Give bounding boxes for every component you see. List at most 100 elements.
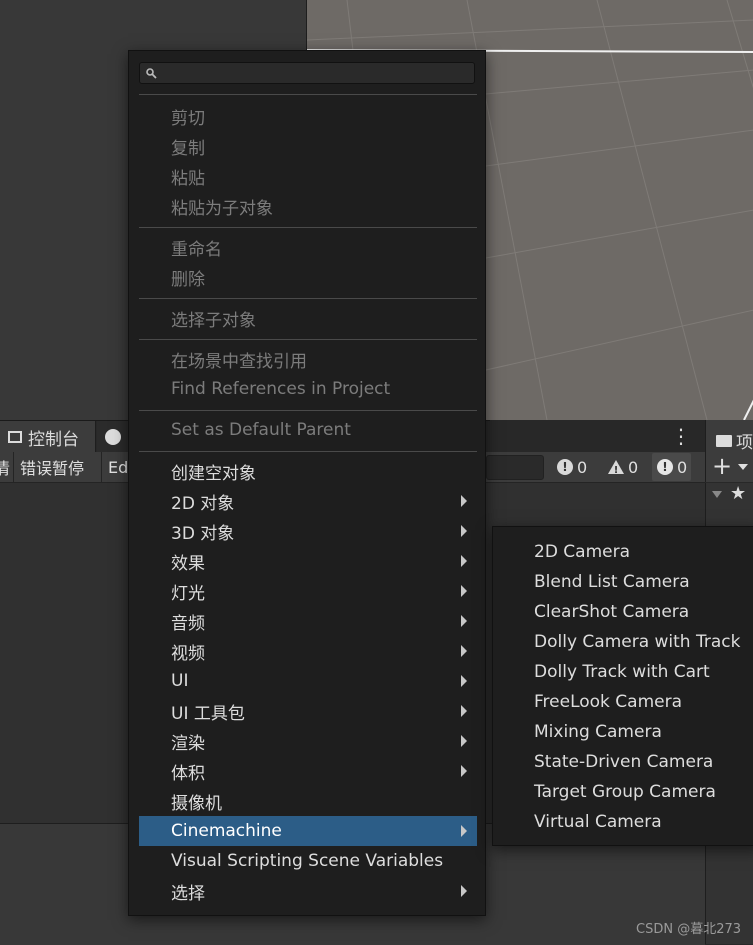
watermark: CSDN @暮北273	[636, 922, 742, 937]
warning-icon: !	[607, 458, 625, 476]
warning-count: 0	[628, 457, 639, 477]
console-search-input[interactable]	[486, 455, 544, 480]
menu-item[interactable]: 2D 对象	[139, 486, 477, 516]
error-count-toggle[interactable]: ! 0	[556, 452, 587, 482]
submenu-item[interactable]: State-Driven Camera	[493, 747, 753, 777]
folder-icon	[716, 434, 732, 447]
submenu-item[interactable]: Blend List Camera	[493, 567, 753, 597]
chevron-right-icon	[461, 555, 467, 567]
menu-item[interactable]: 体积	[139, 756, 477, 786]
chevron-right-icon	[461, 675, 467, 687]
menu-item-label: 摄像机	[171, 793, 222, 814]
menu-separator	[139, 339, 477, 340]
chevron-right-icon	[461, 765, 467, 777]
search-icon	[146, 68, 157, 79]
expand-arrow-icon[interactable]	[712, 491, 722, 498]
editor-dropdown[interactable]: Ed	[102, 452, 130, 482]
menu-item[interactable]: 摄像机	[139, 786, 477, 816]
submenu-item[interactable]: ClearShot Camera	[493, 597, 753, 627]
chevron-right-icon	[461, 615, 467, 627]
submenu-item[interactable]: 2D Camera	[493, 537, 753, 567]
chevron-right-icon	[461, 825, 467, 837]
add-icon[interactable]: +	[712, 454, 732, 478]
menu-separator	[139, 298, 477, 299]
submenu-item[interactable]: Mixing Camera	[493, 717, 753, 747]
cinemachine-submenu: 2D Camera Blend List Camera ClearShot Came…	[492, 526, 753, 846]
clear-button[interactable]: 清	[0, 452, 14, 482]
menu-item[interactable]: 音频	[139, 606, 477, 636]
menu-item-label: 在场景中查找引用	[171, 351, 307, 372]
menu-item[interactable]: 视频	[139, 636, 477, 666]
menu-item-label: Visual Scripting Scene Variables	[171, 851, 444, 871]
menu-item[interactable]: 粘贴为子对象	[139, 191, 477, 221]
menu-search-input[interactable]	[139, 62, 475, 84]
menu-item-label: Cinemachine	[171, 821, 282, 841]
log-count-toggle[interactable]: ! 0	[652, 453, 692, 481]
menu-item[interactable]: Visual Scripting Scene Variables	[139, 846, 477, 876]
menu-item[interactable]: 在场景中查找引用	[139, 344, 477, 374]
menu-item-label: UI 工具包	[171, 703, 245, 724]
warning-count-toggle[interactable]: ! 0	[607, 452, 638, 482]
menu-item[interactable]: 剪切	[139, 101, 477, 131]
menu-item-label: 粘贴	[171, 168, 205, 189]
menu-item-label: 3D 对象	[171, 523, 235, 544]
chevron-right-icon	[461, 585, 467, 597]
clear-button-label: 清	[0, 459, 11, 478]
menu-separator	[139, 410, 477, 411]
error-pause-button[interactable]: 错误暂停	[14, 452, 102, 482]
menu-item[interactable]: UI 工具包	[139, 696, 477, 726]
favorites-star-icon: ★	[730, 483, 747, 504]
menu-item[interactable]: Cinemachine	[139, 816, 477, 846]
submenu-item[interactable]: FreeLook Camera	[493, 687, 753, 717]
menu-item-label: 选择子对象	[171, 310, 256, 331]
chevron-right-icon	[461, 645, 467, 657]
menu-item[interactable]: 选择	[139, 876, 477, 906]
tab-console[interactable]: 控制台	[0, 421, 96, 453]
menu-item-label: 2D 对象	[171, 493, 235, 514]
log-count: 0	[677, 457, 688, 477]
editor-dropdown-label: Ed	[108, 457, 129, 477]
menu-item-label: 效果	[171, 553, 205, 574]
menu-separator	[139, 451, 477, 452]
submenu-item[interactable]: Dolly Camera with Track	[493, 627, 753, 657]
menu-item[interactable]: 灯光	[139, 576, 477, 606]
chevron-right-icon	[461, 525, 467, 537]
tab-clock[interactable]	[97, 421, 131, 453]
menu-item-label: 视频	[171, 643, 205, 664]
menu-item-label: 重命名	[171, 239, 222, 260]
menu-item-label: 音频	[171, 613, 205, 634]
submenu-item[interactable]: Target Group Camera	[493, 777, 753, 807]
chevron-right-icon	[461, 705, 467, 717]
menu-item[interactable]: 粘贴	[139, 161, 477, 191]
tab-project-label: 项	[736, 433, 753, 453]
menu-item-label: 选择	[171, 883, 205, 904]
menu-item[interactable]: 效果	[139, 546, 477, 576]
menu-item-label: 复制	[171, 138, 205, 159]
menu-item[interactable]: 复制	[139, 131, 477, 161]
menu-item[interactable]: 创建空对象	[139, 456, 477, 486]
tab-project[interactable]: 项	[716, 428, 753, 453]
menu-separator	[139, 94, 477, 95]
submenu-item[interactable]: Dolly Track with Cart	[493, 657, 753, 687]
menu-item[interactable]: 渲染	[139, 726, 477, 756]
menu-item-label: 剪切	[171, 108, 205, 129]
menu-item[interactable]: 3D 对象	[139, 516, 477, 546]
submenu-item[interactable]: Virtual Camera	[493, 807, 753, 837]
menu-item[interactable]: 删除	[139, 262, 477, 292]
menu-item[interactable]: 选择子对象	[139, 303, 477, 333]
menu-item[interactable]: Set as Default Parent	[139, 415, 477, 445]
more-options-icon[interactable]: ⋮	[670, 421, 692, 451]
console-icon	[8, 431, 22, 443]
chevron-down-icon[interactable]	[738, 464, 748, 470]
menu-item-label: 删除	[171, 269, 205, 290]
menu-separator	[139, 227, 477, 228]
menu-item-label: UI	[171, 671, 189, 691]
menu-item-label: 体积	[171, 763, 205, 784]
menu-item[interactable]: 重命名	[139, 232, 477, 262]
menu-item-label: Find References in Project	[171, 379, 391, 399]
menu-item[interactable]: UI	[139, 666, 477, 696]
error-pause-label: 错误暂停	[20, 459, 85, 478]
info-icon: !	[656, 458, 674, 476]
error-count: 0	[577, 457, 588, 477]
menu-item[interactable]: Find References in Project	[139, 374, 477, 404]
